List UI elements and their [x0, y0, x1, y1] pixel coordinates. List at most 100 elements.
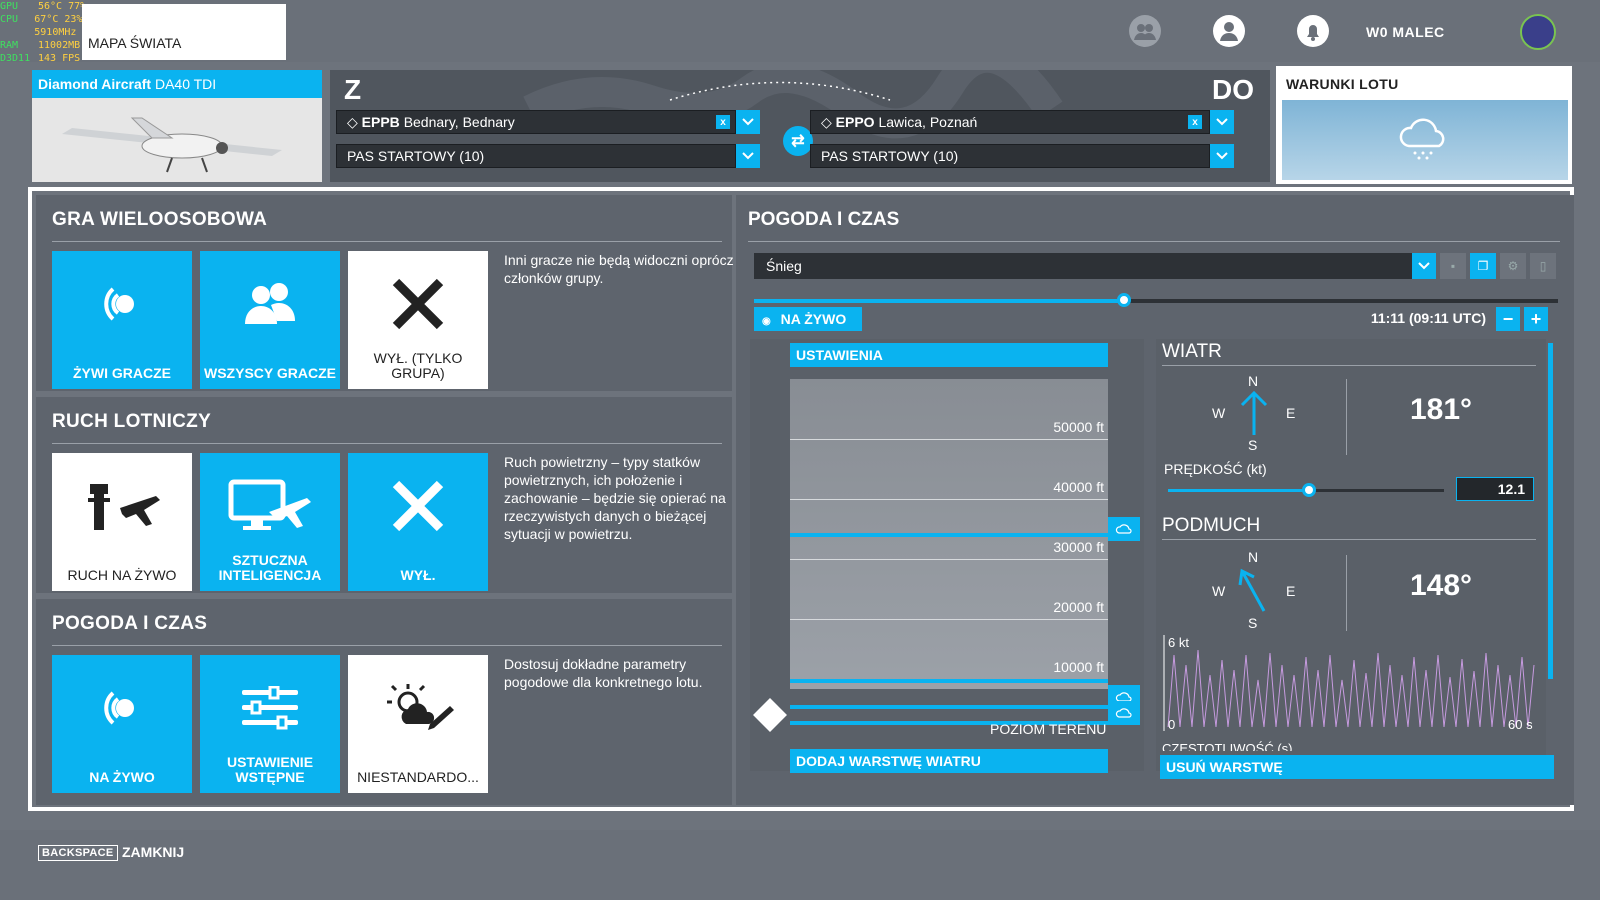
- wind-title: WIATR: [1162, 341, 1222, 362]
- aircraft-title: Diamond Aircraft DA40 TDI: [32, 70, 322, 98]
- remove-layer-button[interactable]: USUŃ WARSTWĘ: [1160, 755, 1554, 779]
- arrival-runway-dropdown[interactable]: [1210, 144, 1234, 168]
- cloud-layer-bar[interactable]: [790, 533, 1108, 537]
- chevron-down-icon: [1216, 118, 1228, 126]
- copy-icon[interactable]: ❐: [1470, 253, 1496, 279]
- aircraft-card[interactable]: Diamond Aircraft DA40 TDI: [32, 70, 322, 182]
- weather-preset-select[interactable]: Śnieg: [754, 253, 1416, 279]
- tile-live-players[interactable]: ŻYWI GRACZE: [52, 251, 192, 389]
- tile-label: WYŁ. (TYLKO GRUPA): [373, 350, 463, 381]
- time-minus-button[interactable]: −: [1496, 307, 1520, 331]
- altitude-label: 30000 ft: [1053, 539, 1104, 555]
- avatar[interactable]: [1520, 14, 1556, 50]
- section-description: Inni gracze nie będą widoczni oprócz czł…: [504, 252, 734, 286]
- to-label: DO: [1212, 74, 1254, 105]
- compass-n: N: [1248, 373, 1259, 389]
- time-plus-button[interactable]: +: [1524, 307, 1548, 331]
- sun-cloud-pencil-icon: [348, 673, 488, 743]
- bottom-bar: [0, 830, 1600, 900]
- tile-live-traffic[interactable]: RUCH NA ŻYWO: [52, 453, 192, 591]
- local-time: 11:11 (09:11 UTC): [1370, 310, 1486, 326]
- departure-runway-field[interactable]: PAS STARTOWY (10): [336, 144, 736, 168]
- cloud-layer-icon[interactable]: [1108, 701, 1140, 725]
- wind-layer-bar[interactable]: [790, 705, 1108, 709]
- stat-key: CPU: [0, 14, 19, 25]
- stat-value: 143 FPS: [38, 53, 81, 64]
- arrival-runway-field[interactable]: PAS STARTOWY (10): [810, 144, 1210, 168]
- waypoint-icon: ◇: [821, 114, 832, 130]
- clear-departure-button[interactable]: x: [716, 115, 730, 129]
- clear-arrival-button[interactable]: x: [1188, 115, 1202, 129]
- section-title: POGODA I CZAS: [52, 613, 208, 634]
- tile-weather-custom[interactable]: NIESTANDARDO...: [348, 655, 488, 793]
- username[interactable]: W0 MALEC: [1366, 24, 1445, 40]
- aircraft-model: DA40 TDI: [154, 76, 217, 92]
- weather-preset-dropdown[interactable]: [1412, 253, 1436, 279]
- cloud-layer-bar[interactable]: [790, 679, 1108, 683]
- friends-icon[interactable]: [1128, 14, 1162, 48]
- wind-speed-input[interactable]: 12.1: [1456, 477, 1534, 501]
- divider: [1346, 379, 1347, 455]
- monitor-plane-icon: [200, 471, 340, 541]
- section-description: Ruch powietrzny – typy statków powietrzn…: [504, 454, 726, 542]
- tile-traffic-off[interactable]: WYŁ.: [348, 453, 488, 591]
- gust-frequency-graph: 6 kt 0 60 s: [1163, 635, 1535, 732]
- notifications-bell-icon[interactable]: [1296, 14, 1330, 48]
- wind-speed-slider[interactable]: [1168, 483, 1444, 497]
- tile-weather-preset[interactable]: USTAWIENIE WSTĘPNE: [200, 655, 340, 793]
- time-slider[interactable]: [754, 293, 1558, 307]
- arrival-dropdown-button[interactable]: [1210, 110, 1234, 134]
- departure-airport-field[interactable]: ◇ EPPB Bednary, Bednary: [336, 110, 736, 134]
- section-title: RUCH LOTNICZY: [52, 411, 212, 432]
- tile-ai-traffic[interactable]: SZTUCZNA INTELIGENCJA: [200, 453, 340, 591]
- altitude-line: [790, 619, 1108, 620]
- compass-w: W: [1212, 405, 1226, 421]
- time-slider-knob[interactable]: [1116, 293, 1131, 307]
- wind-settings: WIATR N W E S 181° PRĘDKOŚĆ (kt) 12.1 PO…: [1156, 339, 1546, 771]
- departure-runway-dropdown[interactable]: [736, 144, 760, 168]
- stat-value: 56°C 77%: [38, 1, 87, 12]
- tile-weather-live[interactable]: NA ŻYWO: [52, 655, 192, 793]
- gust-direction-value[interactable]: 148°: [1410, 569, 1472, 603]
- flight-conditions-card[interactable]: WARUNKI LOTU: [1276, 66, 1572, 184]
- section-description: Dostosuj dokładne parametry pogodowe dla…: [504, 656, 703, 690]
- atmosphere-layers: USTAWIENIA 50000 ft 40000 ft 30000 ft 20…: [750, 339, 1144, 773]
- graph-ymin-label: 0: [1168, 717, 1175, 732]
- departure-dropdown-button[interactable]: [736, 110, 760, 134]
- arrival-airport-field[interactable]: ◇ EPPO Lawica, Poznań: [810, 110, 1210, 134]
- section-title: GRA WIELOOSOBOWA: [52, 209, 268, 230]
- tile-all-players[interactable]: WSZYSCY GRACZE: [200, 251, 340, 389]
- stat-key: GPU: [0, 1, 19, 12]
- altitude-label: 10000 ft: [1053, 659, 1104, 675]
- sliders-icon: [200, 673, 340, 743]
- flight-conditions-title: WARUNKI LOTU: [1286, 76, 1399, 92]
- altitude-line: [790, 439, 1108, 440]
- tile-label: SZTUCZNA INTELIGENCJA: [218, 552, 322, 583]
- compass-w: W: [1212, 583, 1226, 599]
- time-slider-fill: [754, 299, 1124, 303]
- swap-route-button[interactable]: ⇄: [783, 126, 813, 156]
- compass-n: N: [1248, 549, 1259, 565]
- profile-icon[interactable]: [1212, 14, 1246, 48]
- add-wind-layer-button[interactable]: DODAJ WARSTWĘ WIATRU: [790, 749, 1108, 773]
- wind-speed-knob[interactable]: [1301, 483, 1316, 497]
- tile-label: ŻYWI GRACZE: [73, 365, 171, 381]
- aircraft-brand: Diamond Aircraft: [38, 76, 152, 92]
- tile-off-group-only[interactable]: WYŁ. (TYLKO GRUPA): [348, 251, 488, 389]
- wind-layer-diamond-icon[interactable]: [753, 698, 787, 732]
- wind-direction-value[interactable]: 181°: [1410, 393, 1472, 427]
- departure-code: EPPB: [361, 114, 400, 130]
- save-icon[interactable]: ▪: [1440, 253, 1466, 279]
- delete-trash-icon[interactable]: ▯: [1530, 253, 1556, 279]
- aircraft-image: [32, 98, 322, 182]
- stat-key: D3D11: [0, 53, 31, 64]
- settings-gear-icon[interactable]: ⚙: [1500, 253, 1526, 279]
- departure-name: Bednary, Bednary: [403, 114, 515, 130]
- tile-label: NIESTANDARDO...: [357, 769, 479, 785]
- close-button[interactable]: ZAMKNIJ: [122, 844, 184, 860]
- live-time-button[interactable]: ◉ NA ŻYWO: [754, 307, 862, 331]
- altitude-line: [790, 499, 1108, 500]
- scrollbar[interactable]: [1548, 343, 1553, 679]
- cloud-layer-icon[interactable]: [1108, 517, 1140, 541]
- divider: [1346, 555, 1347, 631]
